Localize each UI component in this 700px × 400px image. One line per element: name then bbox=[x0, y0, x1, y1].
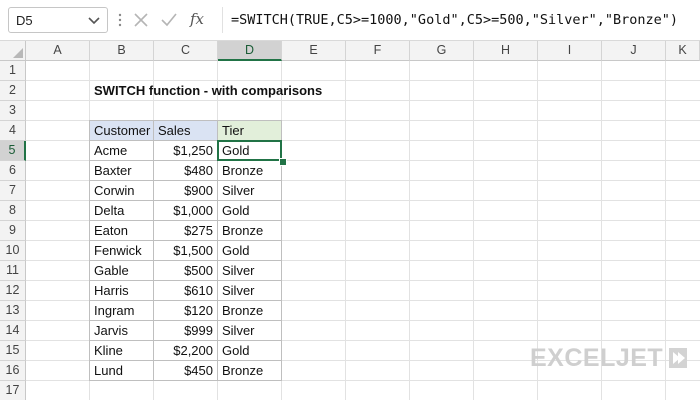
column-header-b[interactable]: B bbox=[90, 41, 154, 61]
row-header-15[interactable]: 15 bbox=[0, 341, 26, 361]
table-cell-customer[interactable]: Lund bbox=[89, 360, 154, 381]
row-header-17[interactable]: 17 bbox=[0, 381, 26, 400]
table-cell-sales[interactable]: $500 bbox=[153, 260, 218, 281]
table-cell-tier[interactable]: Silver bbox=[217, 180, 282, 201]
table-cell-sales[interactable]: $120 bbox=[153, 300, 218, 321]
table-cell-customer[interactable]: Fenwick bbox=[89, 240, 154, 261]
table-cell-customer[interactable]: Delta bbox=[89, 200, 154, 221]
table-cell-customer[interactable]: Ingram bbox=[89, 300, 154, 321]
table-cell-customer[interactable]: Baxter bbox=[89, 160, 154, 181]
table-cell-customer[interactable]: Acme bbox=[89, 140, 154, 161]
row-header-8[interactable]: 8 bbox=[0, 201, 26, 221]
column-header-c[interactable]: C bbox=[154, 41, 218, 61]
row-header-4[interactable]: 4 bbox=[0, 121, 26, 141]
formula-bar-grip-icon[interactable] bbox=[117, 10, 123, 30]
table-cell-tier[interactable]: Silver bbox=[217, 280, 282, 301]
active-cell-selection bbox=[217, 140, 282, 161]
select-all-corner[interactable] bbox=[0, 41, 26, 61]
select-all-triangle-icon bbox=[13, 48, 23, 58]
table-cell-customer[interactable]: Jarvis bbox=[89, 320, 154, 341]
table-header-customer[interactable]: Customer bbox=[89, 120, 154, 141]
cancel-icon[interactable] bbox=[130, 9, 152, 31]
exceljet-logo-icon bbox=[669, 348, 687, 368]
row-header-9[interactable]: 9 bbox=[0, 221, 26, 241]
table-cell-sales[interactable]: $480 bbox=[153, 160, 218, 181]
column-header-j[interactable]: J bbox=[602, 41, 666, 61]
table-cell-tier[interactable]: Gold bbox=[217, 340, 282, 361]
table-cell-customer[interactable]: Eaton bbox=[89, 220, 154, 241]
table-cell-tier[interactable]: Bronze bbox=[217, 160, 282, 181]
table-cell-sales[interactable]: $1,250 bbox=[153, 140, 218, 161]
logo-text: EXCELJET bbox=[530, 344, 664, 372]
table-cell-customer[interactable]: Kline bbox=[89, 340, 154, 361]
table-cell-sales[interactable]: $999 bbox=[153, 320, 218, 341]
table-cell-sales[interactable]: $450 bbox=[153, 360, 218, 381]
table-cell-sales[interactable]: $1,000 bbox=[153, 200, 218, 221]
table-cell-sales[interactable]: $610 bbox=[153, 280, 218, 301]
row-header-14[interactable]: 14 bbox=[0, 321, 26, 341]
sheet-title[interactable]: SWITCH function - with comparisons bbox=[90, 81, 326, 101]
column-header-a[interactable]: A bbox=[26, 41, 90, 61]
column-header-k[interactable]: K bbox=[666, 41, 700, 61]
table-cell-tier[interactable]: Bronze bbox=[217, 220, 282, 241]
fx-label: fx bbox=[190, 10, 205, 28]
table-cell-customer[interactable]: Harris bbox=[89, 280, 154, 301]
row-header-16[interactable]: 16 bbox=[0, 361, 26, 381]
table-cell-tier[interactable]: Gold bbox=[217, 200, 282, 221]
name-box-value: D5 bbox=[16, 13, 33, 28]
table-cell-sales[interactable]: $2,200 bbox=[153, 340, 218, 361]
table-header-sales[interactable]: Sales bbox=[153, 120, 218, 141]
table-cell-tier[interactable]: Bronze bbox=[217, 360, 282, 381]
insert-function-icon[interactable]: fx bbox=[188, 9, 210, 31]
row-header-3[interactable]: 3 bbox=[0, 101, 26, 121]
row-header-13[interactable]: 13 bbox=[0, 301, 26, 321]
table-cell-tier[interactable]: Gold bbox=[217, 240, 282, 261]
table-cell-tier[interactable]: Silver bbox=[217, 260, 282, 281]
column-header-f[interactable]: F bbox=[346, 41, 410, 61]
exceljet-logo: EXCELJET bbox=[530, 343, 690, 373]
column-header-e[interactable]: E bbox=[282, 41, 346, 61]
row-header-2[interactable]: 2 bbox=[0, 81, 26, 101]
column-header-h[interactable]: H bbox=[474, 41, 538, 61]
table-cell-sales[interactable]: $275 bbox=[153, 220, 218, 241]
row-header-6[interactable]: 6 bbox=[0, 161, 26, 181]
column-header-g[interactable]: G bbox=[410, 41, 474, 61]
column-header-i[interactable]: I bbox=[538, 41, 602, 61]
column-header-d[interactable]: D bbox=[218, 41, 282, 61]
spreadsheet-window: D5 fx =SWITCH(TRUE,C5>=1000,"Gold",C5>=5… bbox=[0, 0, 700, 400]
name-box[interactable]: D5 bbox=[8, 7, 108, 33]
table-cell-customer[interactable]: Gable bbox=[89, 260, 154, 281]
formula-input[interactable]: =SWITCH(TRUE,C5>=1000,"Gold",C5>=500,"Si… bbox=[222, 7, 692, 33]
formula-bar: D5 fx =SWITCH(TRUE,C5>=1000,"Gold",C5>=5… bbox=[0, 0, 700, 41]
row-header-7[interactable]: 7 bbox=[0, 181, 26, 201]
table-cell-tier[interactable]: Bronze bbox=[217, 300, 282, 321]
fill-handle[interactable] bbox=[279, 158, 287, 166]
table-cell-sales[interactable]: $900 bbox=[153, 180, 218, 201]
row-header-10[interactable]: 10 bbox=[0, 241, 26, 261]
table-cell-customer[interactable]: Corwin bbox=[89, 180, 154, 201]
table-cell-sales[interactable]: $1,500 bbox=[153, 240, 218, 261]
row-header-12[interactable]: 12 bbox=[0, 281, 26, 301]
row-header-11[interactable]: 11 bbox=[0, 261, 26, 281]
chevron-down-icon[interactable] bbox=[85, 11, 103, 29]
table-cell-tier[interactable]: Silver bbox=[217, 320, 282, 341]
enter-check-icon[interactable] bbox=[158, 9, 180, 31]
table-header-tier[interactable]: Tier bbox=[217, 120, 282, 141]
row-header-5[interactable]: 5 bbox=[0, 141, 26, 161]
row-header-1[interactable]: 1 bbox=[0, 61, 26, 81]
